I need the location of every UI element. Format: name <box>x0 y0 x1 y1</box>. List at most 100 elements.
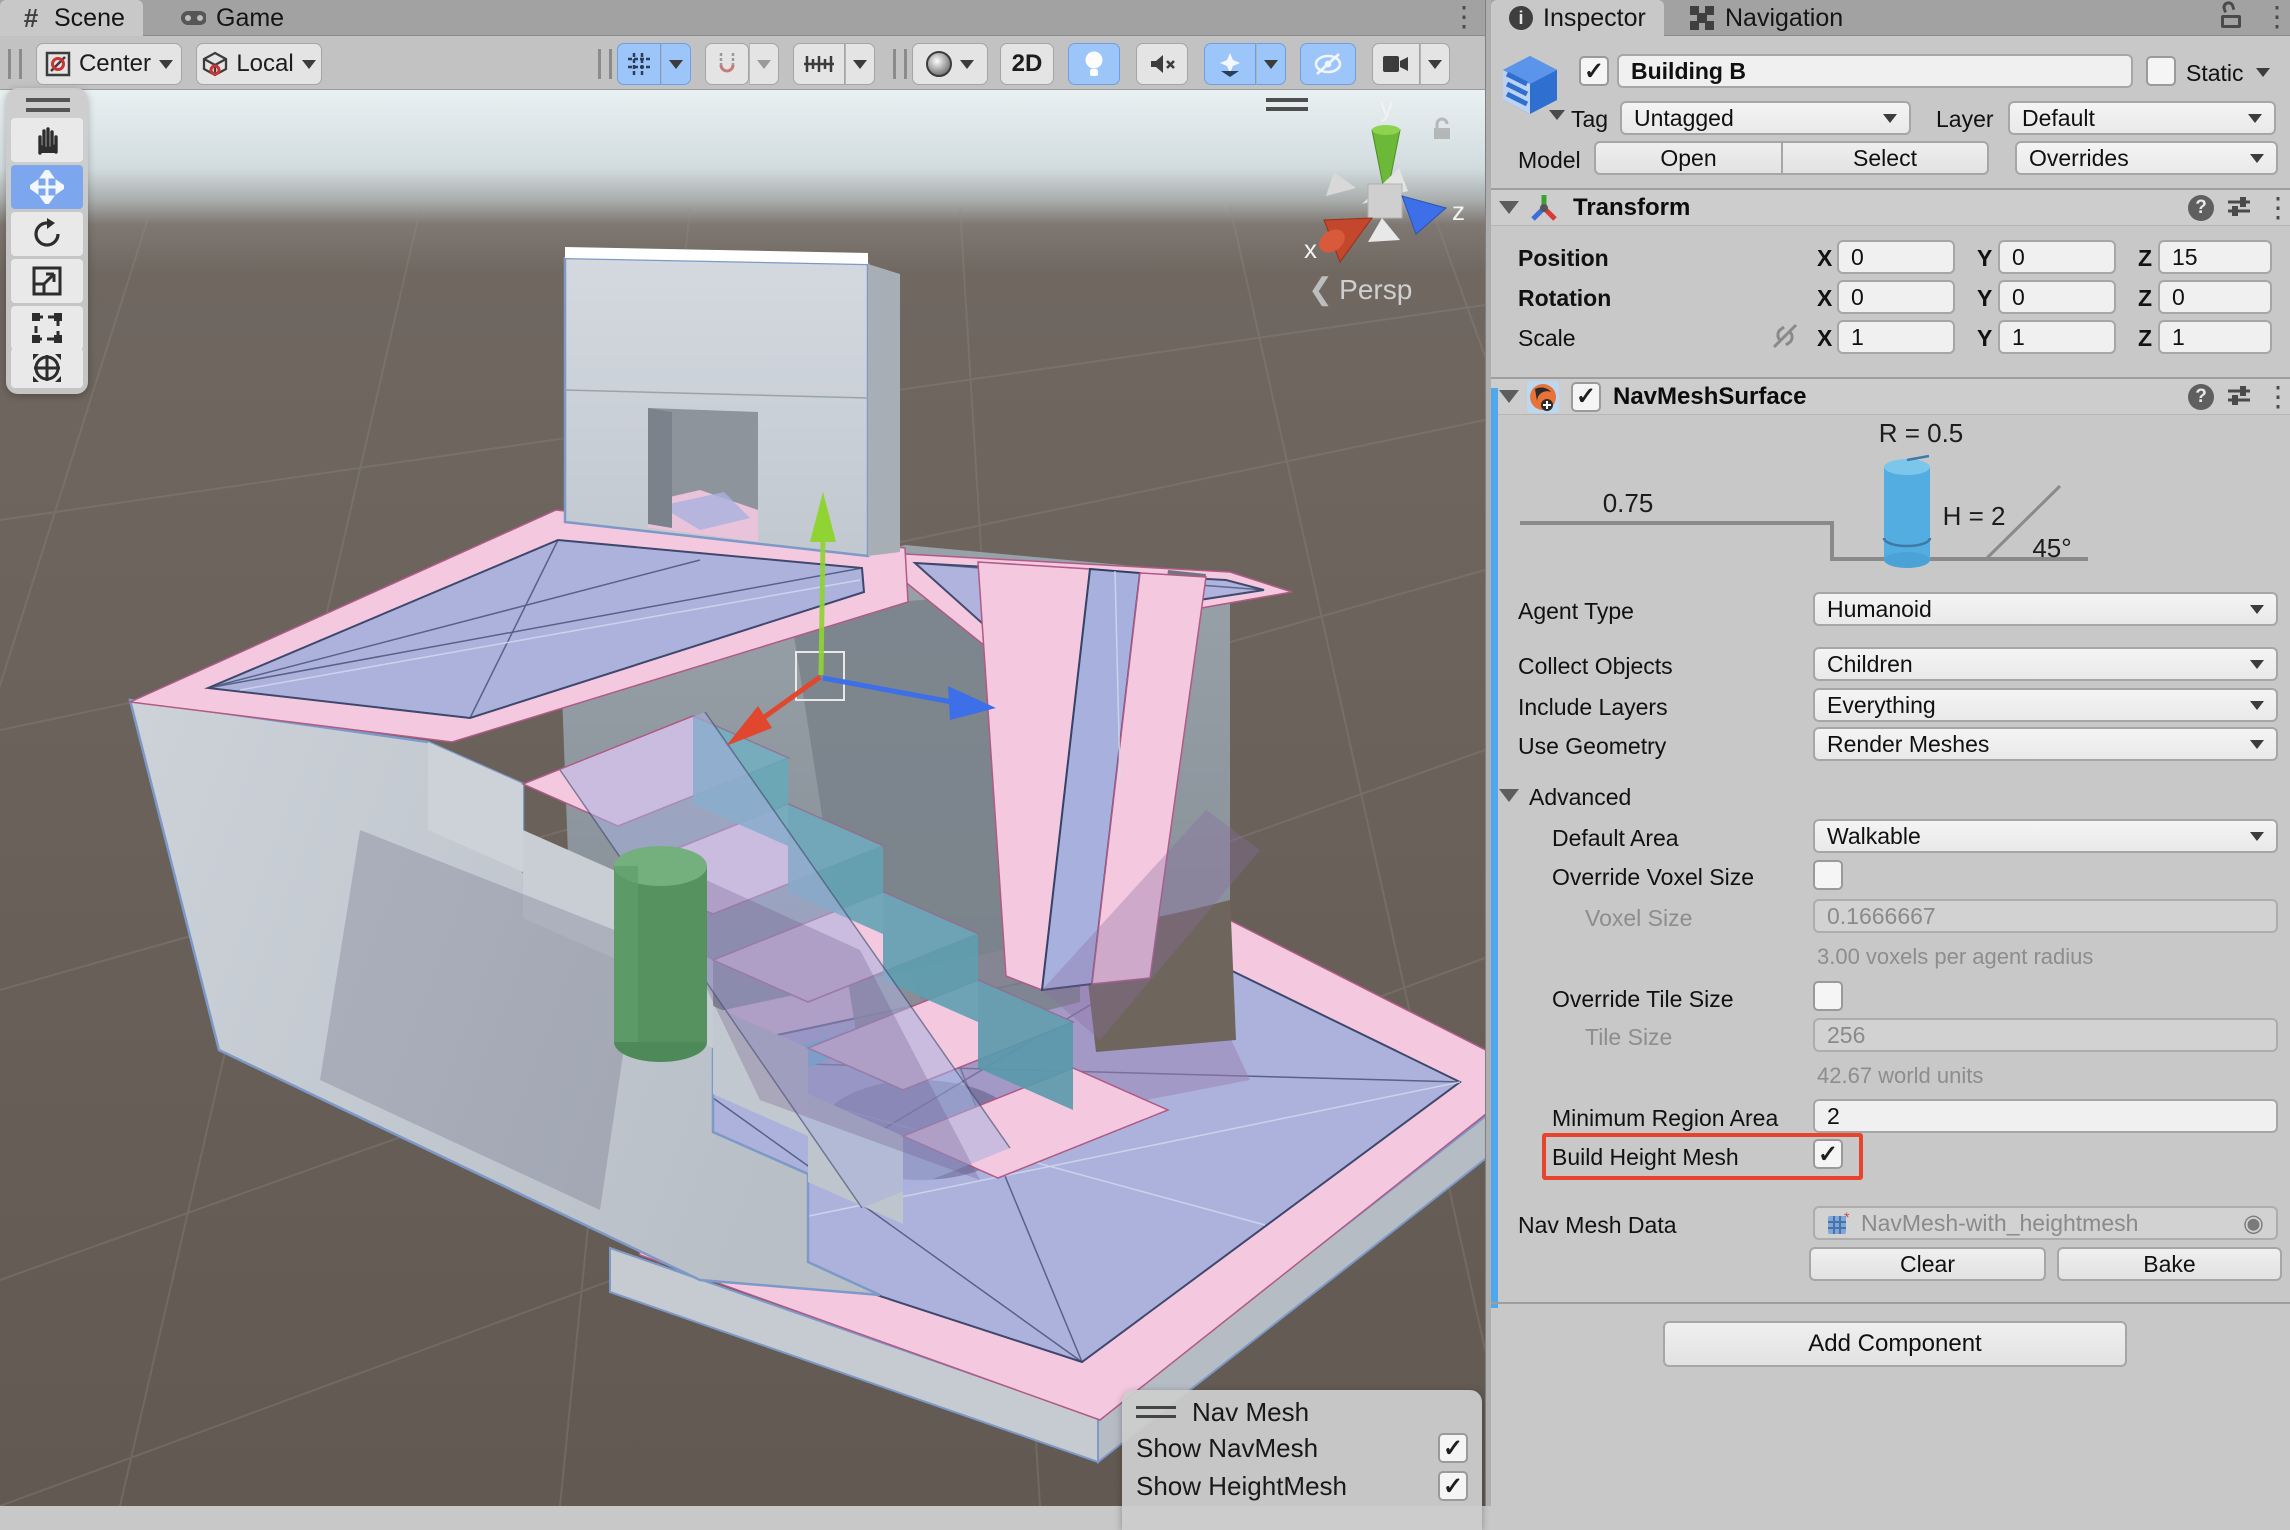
transform-header[interactable]: Transform ? ⋮ <box>1491 188 2290 226</box>
show-navmesh-checkbox[interactable] <box>1438 1433 1468 1463</box>
help-icon[interactable]: ? <box>2185 192 2217 224</box>
clear-button[interactable]: Clear <box>1809 1247 2046 1281</box>
navmeshsurface-enabled-checkbox[interactable] <box>1571 382 1601 412</box>
effects-options-button[interactable] <box>1256 43 1286 85</box>
hand-tool[interactable] <box>11 118 83 162</box>
link-broken-icon[interactable] <box>1770 322 1800 350</box>
scale-label: Scale <box>1518 325 1576 352</box>
include-layers-dropdown[interactable]: Everything <box>1813 688 2278 722</box>
axis-x-label[interactable]: x <box>1304 234 1317 264</box>
transform-title: Transform <box>1573 194 1690 222</box>
static-checkbox[interactable] <box>2146 56 2176 86</box>
axis-z-label[interactable]: z <box>1452 196 1465 226</box>
foldout-icon[interactable] <box>1499 390 1519 403</box>
rotation-x-field[interactable]: 0 <box>1837 280 1955 314</box>
collect-objects-dropdown[interactable]: Children <box>1813 647 2278 681</box>
layer-dropdown[interactable]: Default <box>2008 101 2276 135</box>
help-icon[interactable]: ? <box>2185 381 2217 413</box>
transform-tool[interactable] <box>11 348 83 388</box>
scale-tool[interactable] <box>11 259 83 303</box>
use-geometry-dropdown[interactable]: Render Meshes <box>1813 727 2278 761</box>
chevron-down-icon <box>757 60 771 69</box>
rotation-label: Rotation <box>1518 285 1611 312</box>
component-kebab-icon[interactable]: ⋮ <box>2262 192 2290 224</box>
tab-scene[interactable]: # Scene <box>0 0 143 36</box>
advanced-foldout-icon[interactable] <box>1499 789 1519 802</box>
toolbar-drag-handle[interactable] <box>598 49 612 79</box>
visibility-toggle-button[interactable] <box>1300 43 1356 85</box>
navmeshsurface-header[interactable]: NavMeshSurface ? ⋮ <box>1491 377 2290 415</box>
tag-value: Untagged <box>1634 105 1734 132</box>
lighting-toggle-button[interactable] <box>1068 43 1120 85</box>
axis-y-label[interactable]: y <box>1380 92 1393 122</box>
bake-button[interactable]: Bake <box>2057 1247 2282 1281</box>
effects-toggle-button[interactable] <box>1204 43 1256 85</box>
snap-options-button[interactable] <box>749 43 779 85</box>
draw-mode-button[interactable] <box>912 43 988 85</box>
2d-toggle-button[interactable]: 2D <box>1000 43 1054 85</box>
default-area-dropdown[interactable]: Walkable <box>1813 819 2278 853</box>
unit-snap-button[interactable] <box>793 43 845 85</box>
model-open-button[interactable]: Open <box>1594 141 1783 175</box>
show-heightmesh-checkbox[interactable] <box>1438 1471 1468 1501</box>
min-region-field[interactable]: 2 <box>1813 1099 2278 1133</box>
lock-icon[interactable] <box>1434 119 1450 139</box>
pivot-mode-button[interactable]: Center <box>36 43 182 85</box>
foldout-icon[interactable] <box>1499 201 1519 214</box>
scale-z-field[interactable]: 1 <box>2158 320 2272 354</box>
rotation-z-field[interactable]: 0 <box>2158 280 2272 314</box>
projection-toggle[interactable]: ❮ Persp <box>1308 272 1448 307</box>
gameobject-name: Building B <box>1631 58 1746 85</box>
grid-toggle-button[interactable] <box>617 43 661 85</box>
override-voxel-checkbox[interactable] <box>1813 860 1843 890</box>
rotation-y-field[interactable]: 0 <box>1998 280 2116 314</box>
gameobject-name-field[interactable]: Building B <box>1617 54 2133 88</box>
inspector-lock-icon[interactable] <box>2221 10 2243 28</box>
rect-tool[interactable] <box>11 306 83 350</box>
gameobject-enabled-checkbox[interactable] <box>1579 56 1609 86</box>
gamepad-icon <box>180 5 206 31</box>
scene-viewport[interactable] <box>0 90 1485 1506</box>
override-tile-label: Override Tile Size <box>1552 986 1734 1013</box>
scale-x-field[interactable]: 1 <box>1837 320 1955 354</box>
position-z-field[interactable]: 15 <box>2158 240 2272 274</box>
object-picker-icon[interactable]: ◉ <box>2243 1209 2264 1238</box>
navmesh-display-panel: Nav Mesh Show NavMesh Show HeightMesh <box>1122 1390 1482 1530</box>
tab-navigation[interactable]: Navigation <box>1671 0 1861 36</box>
agent-type-dropdown[interactable]: Humanoid <box>1813 592 2278 626</box>
scene-menu-kebab-icon[interactable]: ⋮ <box>1450 3 1478 31</box>
nav-mesh-data-value: NavMesh-with_heightmesh <box>1861 1210 2138 1237</box>
camera-options-button[interactable] <box>1420 43 1450 85</box>
scale-y-field[interactable]: 1 <box>1998 320 2116 354</box>
overrides-dropdown[interactable]: Overrides <box>2015 141 2278 175</box>
override-tile-checkbox[interactable] <box>1813 981 1843 1011</box>
grid-options-button[interactable] <box>661 43 691 85</box>
min-region-label: Minimum Region Area <box>1552 1105 1778 1132</box>
position-x-field[interactable]: 0 <box>1837 240 1955 274</box>
tab-inspector[interactable]: i Inspector <box>1491 0 1664 36</box>
tag-dropdown[interactable]: Untagged <box>1620 101 1911 135</box>
advanced-label[interactable]: Advanced <box>1529 784 1631 811</box>
inspector-menu-kebab-icon[interactable]: ⋮ <box>2263 3 2290 31</box>
component-kebab-icon[interactable]: ⋮ <box>2262 381 2290 413</box>
static-options-chevron-icon[interactable] <box>2256 68 2270 77</box>
axis-y: Y <box>1977 245 1992 272</box>
position-y-field[interactable]: 0 <box>1998 240 2116 274</box>
rotate-tool[interactable] <box>11 212 83 256</box>
rotation-mode-button[interactable]: Local <box>196 43 322 85</box>
move-tool[interactable] <box>11 165 83 209</box>
camera-button[interactable] <box>1372 43 1420 85</box>
audio-toggle-button[interactable] <box>1136 43 1188 85</box>
snap-toggle-button[interactable] <box>705 43 749 85</box>
add-component-button[interactable]: Add Component <box>1663 1321 2127 1367</box>
cylinder-obstacle[interactable] <box>614 846 707 1062</box>
toolbar-drag-handle[interactable] <box>893 49 907 79</box>
model-select-button[interactable]: Select <box>1783 141 1989 175</box>
nav-mesh-data-field[interactable]: * NavMesh-with_heightmesh ◉ <box>1813 1206 2278 1240</box>
presets-icon[interactable] <box>2225 192 2257 224</box>
presets-icon[interactable] <box>2225 381 2257 413</box>
tab-game[interactable]: Game <box>162 0 302 36</box>
toolbar-drag-handle[interactable] <box>8 49 22 79</box>
palette-drag-handle[interactable] <box>26 98 70 112</box>
unit-snap-options-button[interactable] <box>845 43 875 85</box>
